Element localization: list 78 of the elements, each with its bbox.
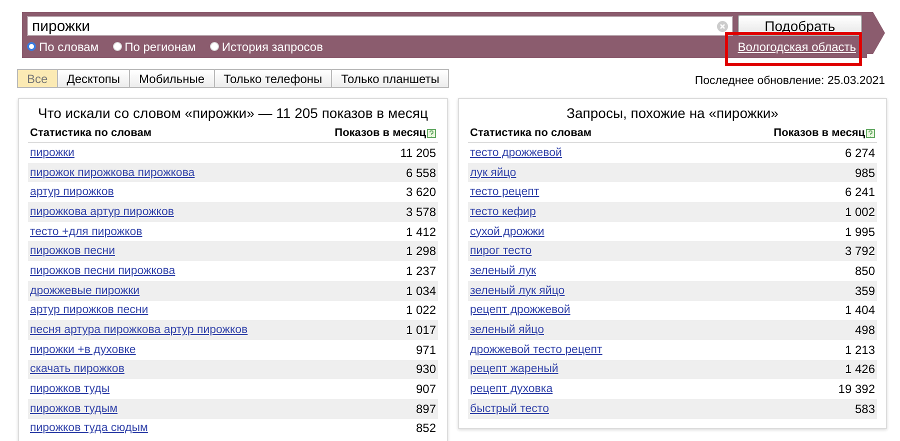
device-tab[interactable]: Только телефоны [214,69,332,88]
search-field[interactable]: пирожки [27,16,733,36]
impressions-count: 1 022 [406,303,436,318]
query-link[interactable]: зеленый лук [470,264,536,277]
query-link[interactable]: тесто дрожжевой [470,146,562,159]
impressions-count: 583 [854,402,875,416]
column-header: Статистика по словам [470,127,592,139]
query-link[interactable]: тесто +для пирожков [30,226,142,238]
impressions-count: 3 792 [844,244,875,258]
query-link[interactable]: быстрый тесто [470,402,549,415]
impressions-count: 897 [416,402,436,416]
query-link[interactable]: сухой дрожжи [470,226,544,238]
impressions-count: 1 995 [844,224,875,239]
query-link[interactable]: лук яйцо [470,166,516,179]
impressions-count: 498 [854,323,875,338]
impressions-count: 1 426 [844,362,875,376]
impressions-count: 6 558 [406,166,436,180]
impressions-count: 930 [416,362,436,376]
query-link[interactable]: пирожкова артур пирожков [30,206,174,218]
query-link[interactable]: тесто рецепт [470,186,540,198]
column-header: Показов в месяц [334,127,426,139]
device-tab[interactable]: Мобильные [129,69,215,88]
impressions-count: 6 241 [844,185,875,200]
impressions-count: 6 274 [844,146,875,160]
impressions-count: 907 [416,382,436,396]
query-link[interactable]: скачать пирожков [30,363,124,376]
query-link[interactable]: тесто кефир [470,206,536,218]
impressions-count: 971 [416,342,436,357]
clear-icon[interactable] [716,20,728,32]
impressions-count: 11 205 [400,146,436,160]
query-link[interactable]: артур пирожков [30,186,114,198]
impressions-count: 1 237 [406,264,436,278]
device-tab[interactable]: Только планшеты [331,69,450,88]
last-update: Последнее обновление: 25.03.2021 [694,75,885,87]
impressions-count: 850 [854,264,875,278]
impressions-count: 19 392 [838,382,875,396]
query-link[interactable]: дрожжевые пирожки [30,284,140,297]
impressions-count: 3 578 [406,204,436,219]
column-header: Показов в месяц [774,127,865,139]
query-link[interactable]: пирожки +в духовке [30,344,136,356]
query-link[interactable]: пирожков тудым [30,402,118,415]
query-link[interactable]: рецепт дрожжевой [470,304,570,316]
impressions-count: 359 [854,284,875,298]
column-header: Статистика по словам [30,127,152,139]
impressions-count: 1 404 [844,303,875,318]
impressions-count: 1 213 [844,342,875,357]
impressions-count: 3 620 [406,185,436,200]
mode-radio[interactable]: По регионам [112,40,196,54]
query-link[interactable]: пирожков песни [30,245,116,258]
query-link[interactable]: зеленый яйцо [470,324,544,336]
impressions-count: 1 034 [406,284,436,298]
impressions-count: 985 [854,166,875,180]
query-link[interactable]: дрожжевой тесто рецепт [470,344,602,356]
query-link[interactable]: артур пирожков песни [30,304,148,316]
impressions-count: 1 412 [406,224,436,239]
device-tab[interactable]: Все [17,69,58,88]
region-link[interactable]: Вологодская область [738,40,856,54]
help-icon[interactable] [866,128,875,138]
query-link[interactable]: пирожков туды [30,383,110,396]
query-link[interactable]: пирог тесто [470,245,532,258]
impressions-count: 1 017 [406,323,436,338]
query-link[interactable]: пирожков песни пирожкова [30,264,176,277]
query-link[interactable]: рецепт духовка [470,383,553,396]
help-icon[interactable] [427,128,436,138]
panel-title: Что искали со словом «пирожки» — 11 205 показов в месяц [37,105,429,121]
query-link[interactable]: пирожок пирожкова пирожкова [30,166,195,179]
impressions-count: 1 298 [406,244,436,258]
mode-radio[interactable]: По словам [27,40,99,54]
impressions-count: 1 002 [844,204,875,219]
panel-title: Запросы, похожие на «пирожки» [566,105,780,121]
device-tab[interactable]: Десктопы [56,69,130,88]
query-link[interactable]: рецепт жареный [470,363,558,376]
query-link[interactable]: песня артура пирожкова артур пирожков [30,324,248,336]
impressions-count: 852 [416,421,436,436]
query-link[interactable]: пирожки [30,146,74,159]
query-link[interactable]: зеленый лук яйцо [470,284,565,297]
mode-radio[interactable]: История запросов [210,40,323,54]
query-link[interactable]: пирожков туда сюдым [30,422,148,434]
